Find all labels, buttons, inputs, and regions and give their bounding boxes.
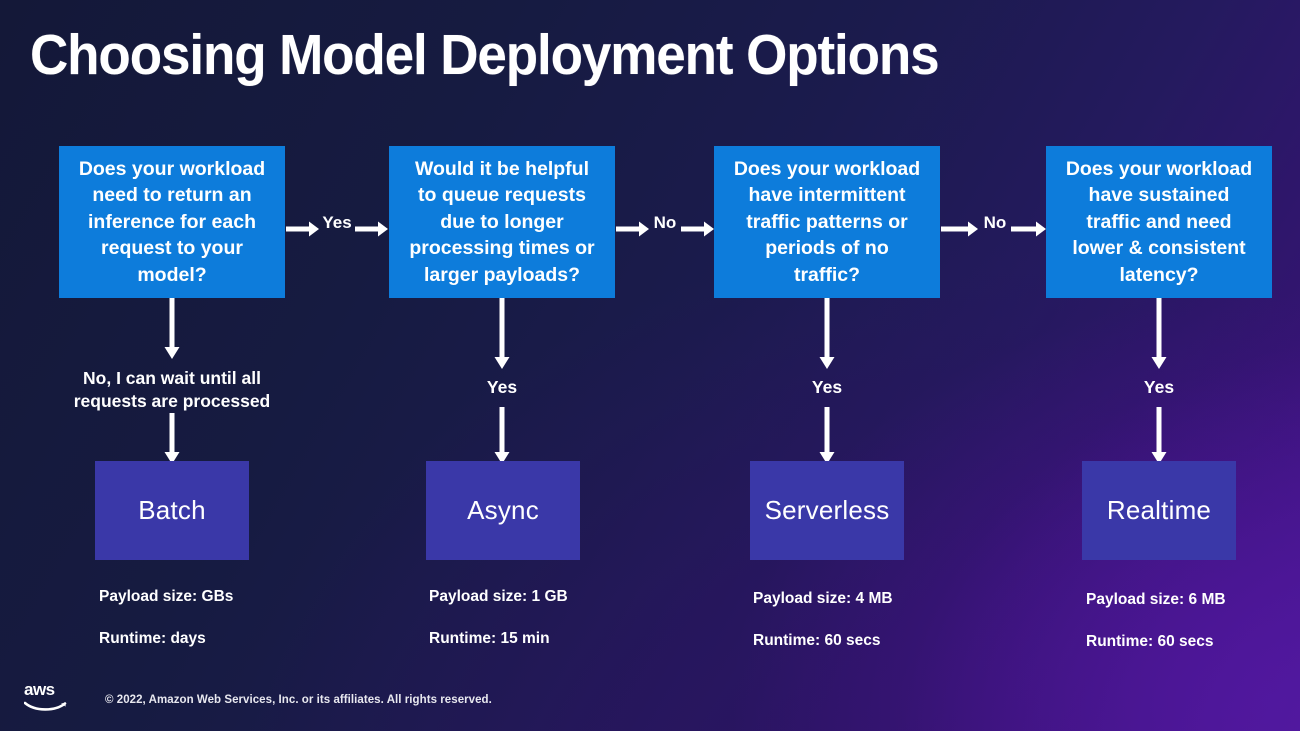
result-box-batch[interactable]: Batch — [95, 461, 249, 560]
realtime-runtime: Runtime: 60 secs — [1086, 633, 1214, 650]
realtime-payload-size: Payload size: 6 MB — [1086, 591, 1226, 608]
aws-logo-icon: aws — [23, 680, 70, 712]
result-caption-serverless: Payload size: 4 MB Runtime: 60 secs — [753, 567, 983, 651]
batch-runtime: Runtime: days — [99, 630, 206, 647]
connector-label-q3-q4: No — [983, 213, 1007, 232]
connector-label-q4-realtime: Yes — [1143, 377, 1175, 397]
arrow-yes-label-to-q2 — [355, 221, 389, 237]
arrow-q2-to-no-label — [616, 221, 650, 237]
arrow-q1-down-upper — [164, 298, 180, 360]
connector-label-q3-serverless: Yes — [811, 377, 843, 397]
arrow-q3-down-lower — [819, 407, 835, 465]
connector-label-q2-async: Yes — [486, 377, 518, 397]
async-runtime: Runtime: 15 min — [429, 630, 550, 647]
result-box-async[interactable]: Async — [426, 461, 580, 560]
copyright-text: © 2022, Amazon Web Services, Inc. or its… — [105, 694, 492, 706]
result-box-realtime[interactable]: Realtime — [1082, 461, 1236, 560]
slide-canvas: Choosing Model Deployment Options Does y… — [0, 0, 1300, 731]
decision-box-sustained-traffic[interactable]: Does your workload have sustained traffi… — [1046, 146, 1272, 298]
connector-label-q2-q3: No — [653, 213, 677, 232]
decision-box-workload-inference[interactable]: Does your workload need to return an inf… — [59, 146, 285, 298]
arrow-q2-down-upper — [494, 298, 510, 370]
batch-payload-size: Payload size: GBs — [99, 588, 234, 605]
page-title: Choosing Model Deployment Options — [30, 23, 940, 87]
connector-label-q1-batch: No, I can wait until all requests are pr… — [73, 368, 271, 411]
result-caption-batch: Payload size: GBs Runtime: days — [99, 565, 329, 649]
arrow-q1-to-yes-label — [286, 221, 320, 237]
result-caption-realtime: Payload size: 6 MB Runtime: 60 secs — [1086, 568, 1300, 652]
arrow-no-label-to-q3 — [681, 221, 715, 237]
serverless-runtime: Runtime: 60 secs — [753, 632, 881, 649]
result-caption-async: Payload size: 1 GB Runtime: 15 min — [429, 565, 659, 649]
result-box-serverless[interactable]: Serverless — [750, 461, 904, 560]
arrow-q2-down-lower — [494, 407, 510, 465]
arrow-q4-down-upper — [1151, 298, 1167, 370]
arrow-q3-to-no-label-2 — [941, 221, 979, 237]
svg-text:aws: aws — [24, 680, 55, 699]
arrow-q4-down-lower — [1151, 407, 1167, 465]
arrow-no-label-2-to-q4 — [1011, 221, 1047, 237]
serverless-payload-size: Payload size: 4 MB — [753, 590, 893, 607]
connector-label-q1-q2: Yes — [322, 213, 352, 232]
arrow-q1-down-lower — [164, 413, 180, 465]
async-payload-size: Payload size: 1 GB — [429, 588, 568, 605]
decision-box-queue-requests[interactable]: Would it be helpful to queue requests du… — [389, 146, 615, 298]
decision-box-intermittent-traffic[interactable]: Does your workload have intermittent tra… — [714, 146, 940, 298]
arrow-q3-down-upper — [819, 298, 835, 370]
